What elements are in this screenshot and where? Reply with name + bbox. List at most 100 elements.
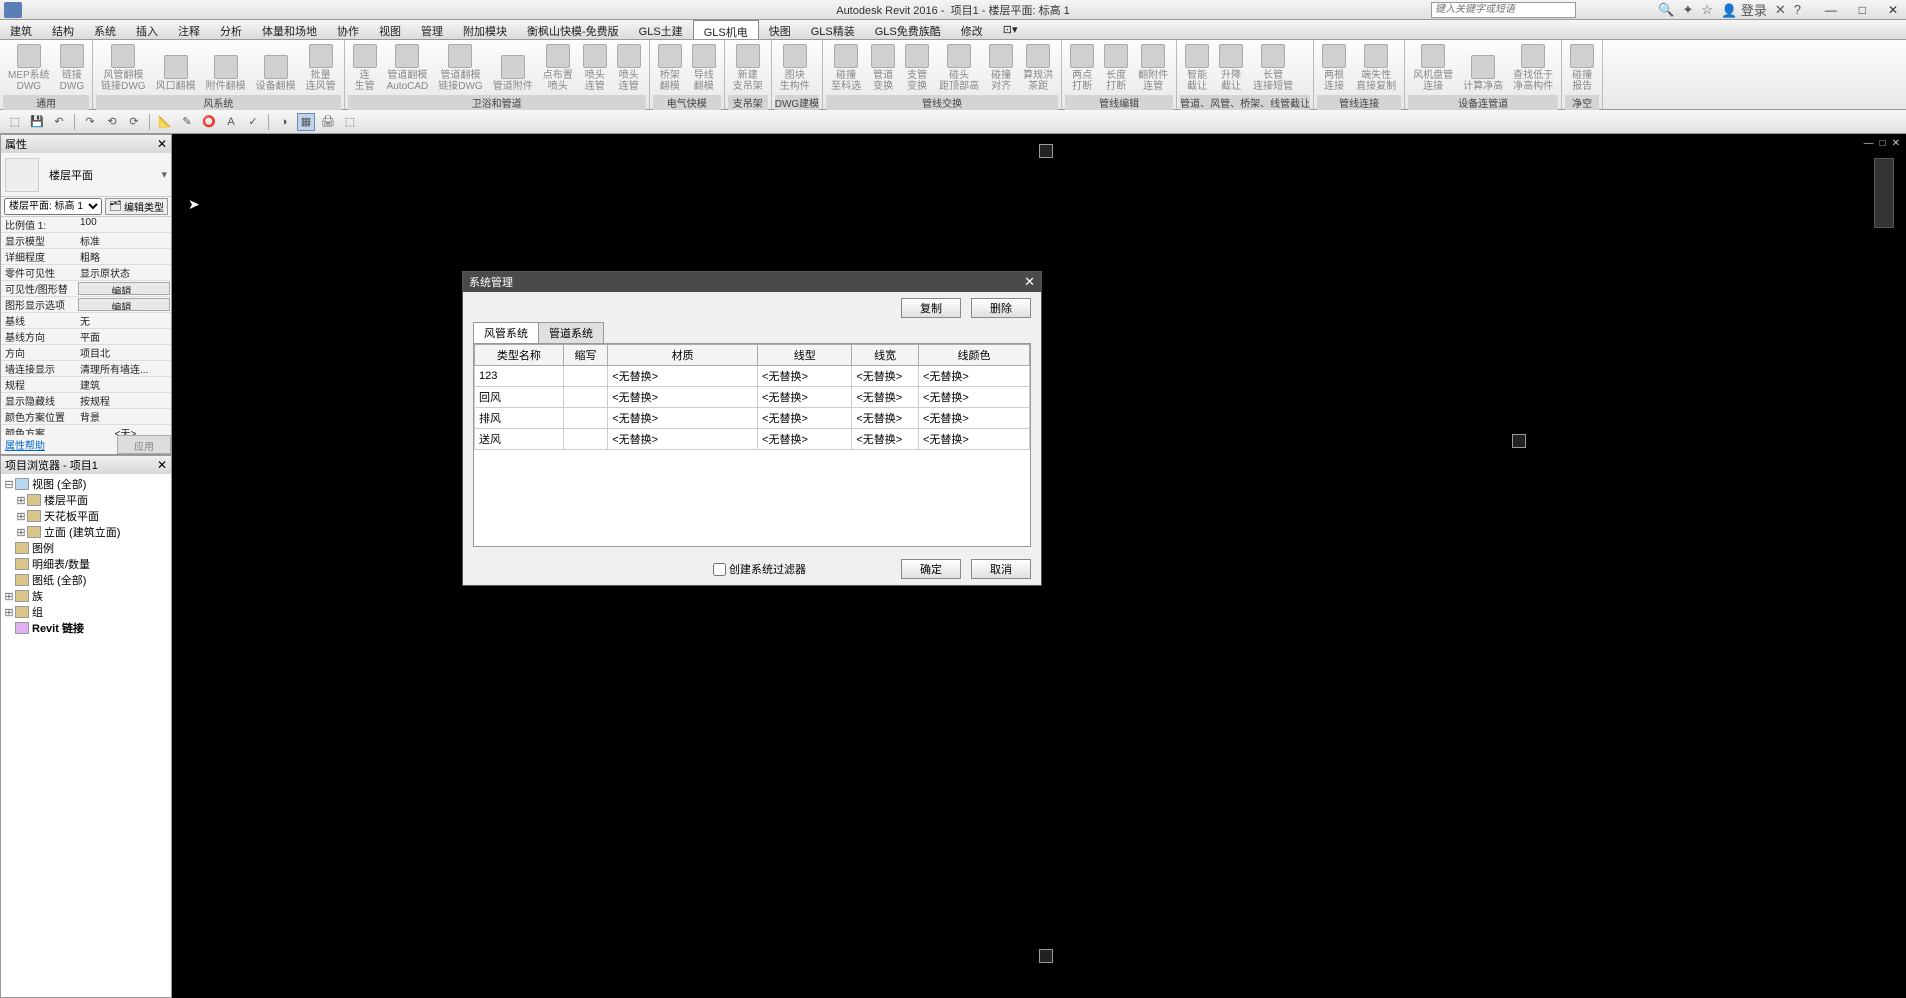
close-button[interactable]: ✕ xyxy=(1884,3,1902,17)
ribbon-button[interactable]: 算规洪 茶距 xyxy=(1018,42,1058,94)
close-icon[interactable]: ✕ xyxy=(157,458,167,472)
app-logo[interactable] xyxy=(4,2,22,18)
minimize-button[interactable]: — xyxy=(1821,3,1841,17)
canvas-minimize-icon[interactable]: — xyxy=(1862,138,1876,149)
quickbar-button[interactable]: ◑ xyxy=(275,113,293,131)
ribbon-button[interactable]: 碰撞 至科选 xyxy=(826,42,866,94)
ribbon-button[interactable]: 计算净高 xyxy=(1458,42,1508,94)
quickbar-button[interactable]: ⬚ xyxy=(6,113,24,131)
ribbon-button[interactable]: 连 生管 xyxy=(348,42,382,94)
column-header[interactable]: 材质 xyxy=(608,345,758,366)
tree-node[interactable]: ⊟视图 (全部) xyxy=(3,476,169,492)
quickbar-button[interactable]: ✎ xyxy=(178,113,196,131)
table-row[interactable]: 123<无替换><无替换><无替换><无替换> xyxy=(475,366,1030,387)
instance-selector[interactable]: 楼层平面: 标高 1 xyxy=(4,198,102,215)
navigation-bar[interactable] xyxy=(1874,158,1894,228)
menu-tab[interactable]: 建筑 xyxy=(0,20,42,39)
quickbar-button[interactable]: ⭕ xyxy=(200,113,218,131)
ribbon-button[interactable]: 喷头 连管 xyxy=(578,42,612,94)
quickbar-button[interactable]: A xyxy=(222,113,240,131)
ribbon-button[interactable]: 桥架 翻模 xyxy=(653,42,687,94)
menu-tab[interactable]: 修改 xyxy=(951,20,993,39)
property-row[interactable]: 颜色方案位置背景 xyxy=(1,409,171,425)
menu-tab[interactable]: 分析 xyxy=(210,20,252,39)
ribbon-state-button[interactable]: ⊡▾ xyxy=(993,20,1028,39)
ribbon-button[interactable]: 管道翻模 链接DWG xyxy=(433,42,487,94)
elevation-marker-south[interactable] xyxy=(1039,949,1053,963)
menu-tab[interactable]: 视图 xyxy=(369,20,411,39)
ribbon-button[interactable]: 两根 连接 xyxy=(1317,42,1351,94)
ribbon-button[interactable]: 碰撞 报告 xyxy=(1565,42,1599,94)
ribbon-button[interactable]: 升降 截让 xyxy=(1214,42,1248,94)
property-row[interactable]: 比例值 1:100 xyxy=(1,217,171,233)
ribbon-button[interactable]: 新建 支吊架 xyxy=(728,42,768,94)
property-row[interactable]: 图形显示选项编辑... xyxy=(1,297,171,313)
tree-node[interactable]: 图纸 (全部) xyxy=(3,572,169,588)
property-row[interactable]: 零件可见性显示原状态 xyxy=(1,265,171,281)
ribbon-button[interactable]: 附件翻模 xyxy=(201,42,251,94)
ok-button[interactable]: 确定 xyxy=(901,559,961,579)
column-header[interactable]: 线颜色 xyxy=(918,345,1029,366)
ribbon-button[interactable]: 导线 翻模 xyxy=(687,42,721,94)
menu-tab[interactable]: GLS土建 xyxy=(629,20,693,39)
edit-type-button[interactable]: 🗂编辑类型 xyxy=(105,198,168,215)
menu-tab[interactable]: 协作 xyxy=(327,20,369,39)
quickbar-button[interactable]: 🖨 xyxy=(319,113,337,131)
ribbon-button[interactable]: 碰头 距顶部高 xyxy=(934,42,984,94)
property-row[interactable]: 显示模型标准 xyxy=(1,233,171,249)
system-table[interactable]: 类型名称缩写材质线型线宽线颜色123<无替换><无替换><无替换><无替换>回风… xyxy=(473,343,1031,547)
quickbar-button[interactable]: ⟲ xyxy=(103,113,121,131)
ribbon-button[interactable]: 风口翻模 xyxy=(151,42,201,94)
maximize-button[interactable]: □ xyxy=(1855,3,1870,17)
ribbon-button[interactable]: 翻附件 连管 xyxy=(1133,42,1173,94)
ribbon-button[interactable]: 设备翻模 xyxy=(251,42,301,94)
elevation-marker-east[interactable] xyxy=(1512,434,1526,448)
property-row[interactable]: 规程建筑 xyxy=(1,377,171,393)
column-header[interactable]: 线型 xyxy=(758,345,852,366)
property-row[interactable]: 颜色方案<无> xyxy=(1,425,171,435)
elevation-marker-north[interactable] xyxy=(1039,144,1053,158)
canvas-maximize-icon[interactable]: □ xyxy=(1878,138,1888,149)
property-row[interactable]: 显示隐藏线按规程 xyxy=(1,393,171,409)
menu-tab[interactable]: 体量和场地 xyxy=(252,20,327,39)
table-row[interactable]: 回风<无替换><无替换><无替换><无替换> xyxy=(475,387,1030,408)
properties-grid[interactable]: 比例值 1:100显示模型标准详细程度粗略零件可见性显示原状态可见性/图形替换编… xyxy=(1,217,171,435)
dialog-close-button[interactable]: ✕ xyxy=(1024,274,1035,290)
tree-node[interactable]: 图例 xyxy=(3,540,169,556)
ribbon-button[interactable]: 图块 生构件 xyxy=(775,42,815,94)
help-icon[interactable]: ? xyxy=(1794,2,1801,17)
ribbon-button[interactable]: 管道 变换 xyxy=(866,42,900,94)
quickbar-button[interactable]: ▦ xyxy=(297,113,315,131)
properties-help-link[interactable]: 属性帮助 xyxy=(1,435,117,454)
type-selector[interactable]: 楼层平面 ▾ xyxy=(1,153,171,197)
exchange-icon[interactable]: ✕ xyxy=(1775,2,1786,18)
canvas-close-icon[interactable]: ✕ xyxy=(1890,138,1902,149)
property-row[interactable]: 基线方向平面 xyxy=(1,329,171,345)
browser-header[interactable]: 项目浏览器 - 项目1 ✕ xyxy=(1,456,171,474)
menu-tab[interactable]: 衡枫山快模-免费版 xyxy=(517,20,629,39)
tree-node[interactable]: 明细表/数量 xyxy=(3,556,169,572)
tree-node[interactable]: ⊞楼层平面 xyxy=(3,492,169,508)
copy-button[interactable]: 复制 xyxy=(901,298,961,318)
table-row[interactable]: 送风<无替换><无替换><无替换><无替换> xyxy=(475,429,1030,450)
cancel-button[interactable]: 取消 xyxy=(971,559,1031,579)
menu-tab[interactable]: GLS机电 xyxy=(693,20,759,39)
menu-tab[interactable]: 注释 xyxy=(168,20,210,39)
quickbar-button[interactable]: ✓ xyxy=(244,113,262,131)
property-row[interactable]: 详细程度粗略 xyxy=(1,249,171,265)
quickbar-button[interactable]: ⟳ xyxy=(125,113,143,131)
menu-tab[interactable]: GLS免费族酷 xyxy=(865,20,951,39)
ribbon-button[interactable]: 查找低于 净高构件 xyxy=(1508,42,1558,94)
user-icon[interactable]: 👤 登录 xyxy=(1721,0,1767,19)
ribbon-button[interactable]: 喷头 连管 xyxy=(612,42,646,94)
quickbar-button[interactable]: ↷ xyxy=(81,113,99,131)
close-icon[interactable]: ✕ xyxy=(157,137,167,151)
ribbon-button[interactable]: 管道翻模 AutoCAD xyxy=(382,42,434,94)
ribbon-button[interactable]: 智能 截让 xyxy=(1180,42,1214,94)
ribbon-button[interactable]: 风机盘管 连接 xyxy=(1408,42,1458,94)
favorites-icon[interactable]: ☆ xyxy=(1701,2,1713,18)
ribbon-button[interactable]: 端失性 直接复制 xyxy=(1351,42,1401,94)
quickbar-button[interactable]: 📐 xyxy=(156,113,174,131)
tree-node[interactable]: ⊞族 xyxy=(3,588,169,604)
property-row[interactable]: 可见性/图形替换编辑... xyxy=(1,281,171,297)
